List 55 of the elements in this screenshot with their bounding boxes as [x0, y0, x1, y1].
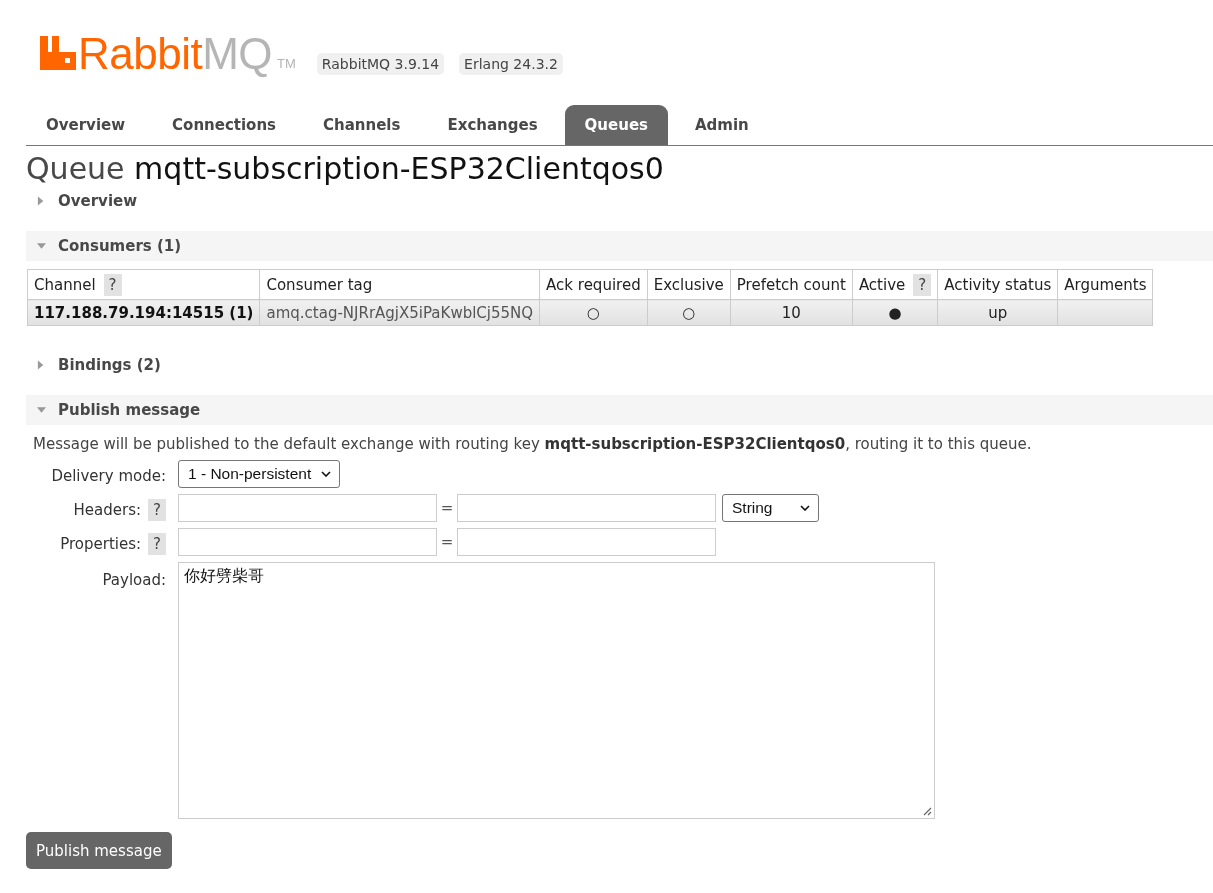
section-header[interactable]: Bindings (2) — [26, 350, 1213, 380]
table-cell: ● — [852, 299, 938, 326]
column-header: Exclusive — [647, 269, 731, 300]
triangle-right-icon — [37, 360, 46, 370]
resize-grip-icon[interactable] — [923, 807, 932, 816]
field-label: Headers: — [73, 501, 142, 519]
rabbit-logo-icon — [40, 36, 76, 70]
table-cell: up — [937, 299, 1058, 326]
column-header: Arguments — [1057, 269, 1153, 300]
column-header: Consumer tag — [259, 269, 540, 300]
type-select[interactable]: String — [722, 494, 819, 522]
page-title: Queue mqtt-subscription-ESP32Clientqos0 — [26, 151, 665, 186]
field-label: Payload: — [102, 571, 166, 589]
triangle-down-icon — [37, 241, 46, 251]
value-input[interactable] — [457, 528, 716, 556]
payload-textarea[interactable]: 你好劈柴哥 — [178, 562, 935, 819]
column-header: Ack required — [539, 269, 648, 300]
delivery-mode-select[interactable]: 1 - Non-persistent — [178, 460, 341, 488]
key-input[interactable] — [178, 528, 437, 556]
chevron-down-icon — [800, 505, 810, 511]
triangle-down-icon — [37, 405, 46, 415]
help-button[interactable]: ? — [103, 273, 122, 296]
chevron-down-icon — [321, 471, 332, 477]
channel-link[interactable]: 117.188.79.194:14515 (1) — [27, 299, 260, 326]
column-header: Activity status — [937, 269, 1058, 300]
version-badge: Erlang 24.3.2 — [459, 53, 563, 75]
key-input[interactable] — [178, 494, 437, 522]
nav-tab[interactable]: Admin — [675, 105, 769, 145]
field-label: Properties: — [60, 535, 142, 553]
nav-tab[interactable]: Overview — [26, 105, 146, 145]
triangle-right-icon — [37, 196, 46, 206]
field-label: Delivery mode: — [51, 467, 166, 485]
section-header[interactable]: Publish message — [26, 395, 1213, 425]
table-cell: ○ — [647, 299, 731, 326]
table-cell: ○ — [539, 299, 648, 326]
help-button[interactable]: ? — [913, 273, 932, 296]
column-label: Active — [858, 275, 906, 294]
nav-tab[interactable]: Channels — [303, 105, 421, 145]
nav-tab[interactable]: Queues — [564, 105, 668, 145]
column-label: Channel — [34, 275, 96, 294]
help-button[interactable]: ? — [148, 533, 166, 555]
value-input[interactable] — [457, 494, 716, 522]
help-button[interactable]: ? — [148, 499, 166, 521]
equals-sign: = — [439, 533, 455, 551]
equals-sign: = — [439, 499, 455, 517]
section-header[interactable]: Consumers (1) — [26, 231, 1213, 261]
table-cell: amq.ctag-NJRrAgjX5iPaKwblCj55NQ — [259, 299, 540, 326]
publish-description: Message will be published to the default exchange with routing key mqtt-subscription-ESP32Clientqos0, routing it to this queue. — [33, 436, 1033, 453]
publish-message-button[interactable]: Publish message — [26, 832, 172, 869]
version-badge: RabbitMQ 3.9.14 — [316, 53, 445, 75]
column-header: Prefetch count — [730, 269, 853, 300]
nav-tab[interactable]: Connections — [152, 105, 297, 145]
table-cell: 10 — [730, 299, 853, 326]
trademark-sign: TM — [277, 56, 296, 71]
nav-tab[interactable]: Exchanges — [427, 105, 558, 145]
